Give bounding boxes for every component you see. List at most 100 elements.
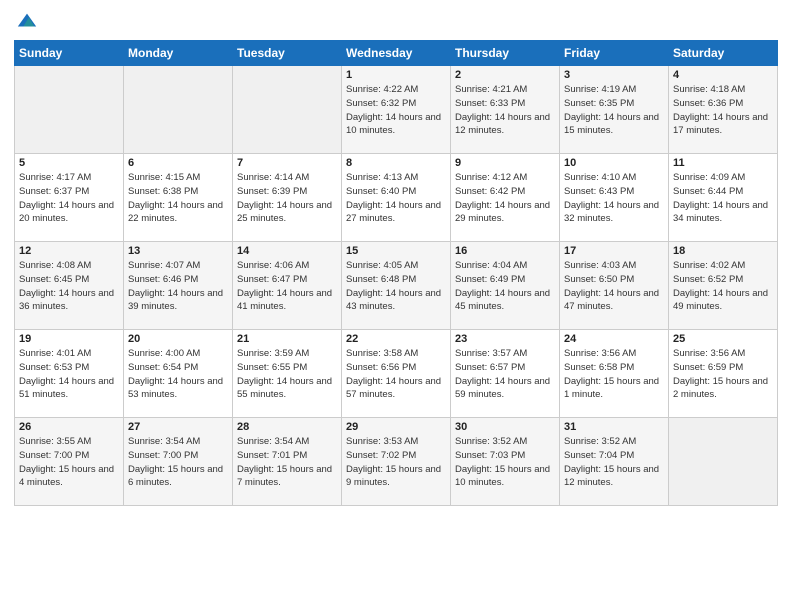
- day-info: Sunrise: 4:18 AM Sunset: 6:36 PM Dayligh…: [673, 83, 773, 138]
- day-number: 10: [564, 157, 664, 169]
- day-info: Sunrise: 4:03 AM Sunset: 6:50 PM Dayligh…: [564, 259, 664, 314]
- day-info: Sunrise: 3:52 AM Sunset: 7:04 PM Dayligh…: [564, 435, 664, 490]
- calendar-cell: 17 Sunrise: 4:03 AM Sunset: 6:50 PM Dayli…: [560, 242, 669, 330]
- logo: [14, 10, 38, 32]
- week-row-4: 26Sunrise: 3:55 AM Sunset: 7:00 PM Dayli…: [15, 418, 778, 506]
- day-info: Sunrise: 4:21 AM Sunset: 6:33 PM Dayligh…: [455, 83, 555, 138]
- calendar-cell: 21 Sunrise: 3:59 AM Sunset: 6:55 PM Dayli…: [233, 330, 342, 418]
- day-number: 15: [346, 245, 446, 257]
- calendar-cell: 26Sunrise: 3:55 AM Sunset: 7:00 PM Dayli…: [15, 418, 124, 506]
- header: [14, 10, 778, 32]
- day-info: Sunrise: 4:09 AM Sunset: 6:44 PM Dayligh…: [673, 171, 773, 226]
- day-info: Sunrise: 4:22 AM Sunset: 6:32 PM Dayligh…: [346, 83, 446, 138]
- day-info: Sunrise: 4:07 AM Sunset: 6:46 PM Dayligh…: [128, 259, 228, 314]
- day-number: 24: [564, 333, 664, 345]
- calendar-cell: 30Sunrise: 3:52 AM Sunset: 7:03 PM Dayli…: [451, 418, 560, 506]
- calendar-cell: 4Sunrise: 4:18 AM Sunset: 6:36 PM Daylig…: [669, 66, 778, 154]
- calendar-cell: 14Sunrise: 4:06 AM Sunset: 6:47 PM Dayli…: [233, 242, 342, 330]
- day-number: 12: [19, 245, 119, 257]
- calendar-cell: 22 Sunrise: 3:58 AM Sunset: 6:56 PM Dayli…: [342, 330, 451, 418]
- calendar-cell: 2 Sunrise: 4:21 AM Sunset: 6:33 PM Daylig…: [451, 66, 560, 154]
- day-info: Sunrise: 4:00 AM Sunset: 6:54 PM Dayligh…: [128, 347, 228, 402]
- calendar-cell: 23 Sunrise: 3:57 AM Sunset: 6:57 PM Dayli…: [451, 330, 560, 418]
- calendar-cell: 3Sunrise: 4:19 AM Sunset: 6:35 PM Daylig…: [560, 66, 669, 154]
- week-row-1: 5 Sunrise: 4:17 AM Sunset: 6:37 PM Daylig…: [15, 154, 778, 242]
- day-info: Sunrise: 3:56 AM Sunset: 6:58 PM Dayligh…: [564, 347, 664, 402]
- day-number: 16: [455, 245, 555, 257]
- logo-icon: [16, 10, 38, 32]
- day-info: Sunrise: 4:01 AM Sunset: 6:53 PM Dayligh…: [19, 347, 119, 402]
- day-number: 21: [237, 333, 337, 345]
- calendar-cell: 24 Sunrise: 3:56 AM Sunset: 6:58 PM Dayli…: [560, 330, 669, 418]
- calendar-cell: 8 Sunrise: 4:13 AM Sunset: 6:40 PM Daylig…: [342, 154, 451, 242]
- calendar-cell: 18Sunrise: 4:02 AM Sunset: 6:52 PM Dayli…: [669, 242, 778, 330]
- day-info: Sunrise: 3:54 AM Sunset: 7:01 PM Dayligh…: [237, 435, 337, 490]
- day-number: 29: [346, 421, 446, 433]
- calendar-cell: 19 Sunrise: 4:01 AM Sunset: 6:53 PM Dayli…: [15, 330, 124, 418]
- week-row-0: 1 Sunrise: 4:22 AM Sunset: 6:32 PM Daylig…: [15, 66, 778, 154]
- day-number: 6: [128, 157, 228, 169]
- day-info: Sunrise: 4:12 AM Sunset: 6:42 PM Dayligh…: [455, 171, 555, 226]
- day-number: 7: [237, 157, 337, 169]
- calendar-cell: 9Sunrise: 4:12 AM Sunset: 6:42 PM Daylig…: [451, 154, 560, 242]
- day-info: Sunrise: 4:02 AM Sunset: 6:52 PM Dayligh…: [673, 259, 773, 314]
- calendar-cell: 5 Sunrise: 4:17 AM Sunset: 6:37 PM Daylig…: [15, 154, 124, 242]
- calendar-cell: 28Sunrise: 3:54 AM Sunset: 7:01 PM Dayli…: [233, 418, 342, 506]
- day-info: Sunrise: 3:54 AM Sunset: 7:00 PM Dayligh…: [128, 435, 228, 490]
- calendar-cell: 25Sunrise: 3:56 AM Sunset: 6:59 PM Dayli…: [669, 330, 778, 418]
- day-info: Sunrise: 4:08 AM Sunset: 6:45 PM Dayligh…: [19, 259, 119, 314]
- day-info: Sunrise: 3:57 AM Sunset: 6:57 PM Dayligh…: [455, 347, 555, 402]
- calendar-cell: [124, 66, 233, 154]
- day-number: 31: [564, 421, 664, 433]
- calendar-cell: 12 Sunrise: 4:08 AM Sunset: 6:45 PM Dayli…: [15, 242, 124, 330]
- day-number: 19: [19, 333, 119, 345]
- day-number: 25: [673, 333, 773, 345]
- day-info: Sunrise: 3:53 AM Sunset: 7:02 PM Dayligh…: [346, 435, 446, 490]
- day-info: Sunrise: 4:04 AM Sunset: 6:49 PM Dayligh…: [455, 259, 555, 314]
- day-info: Sunrise: 3:59 AM Sunset: 6:55 PM Dayligh…: [237, 347, 337, 402]
- day-number: 23: [455, 333, 555, 345]
- day-number: 22: [346, 333, 446, 345]
- weekday-thursday: Thursday: [451, 41, 560, 66]
- calendar-cell: 20 Sunrise: 4:00 AM Sunset: 6:54 PM Dayli…: [124, 330, 233, 418]
- weekday-wednesday: Wednesday: [342, 41, 451, 66]
- day-info: Sunrise: 4:05 AM Sunset: 6:48 PM Dayligh…: [346, 259, 446, 314]
- day-number: 5: [19, 157, 119, 169]
- day-number: 20: [128, 333, 228, 345]
- calendar-cell: 31 Sunrise: 3:52 AM Sunset: 7:04 PM Dayli…: [560, 418, 669, 506]
- day-info: Sunrise: 4:17 AM Sunset: 6:37 PM Dayligh…: [19, 171, 119, 226]
- day-info: Sunrise: 4:10 AM Sunset: 6:43 PM Dayligh…: [564, 171, 664, 226]
- calendar-table: SundayMondayTuesdayWednesdayThursdayFrid…: [14, 40, 778, 506]
- day-info: Sunrise: 4:13 AM Sunset: 6:40 PM Dayligh…: [346, 171, 446, 226]
- day-number: 2: [455, 69, 555, 81]
- calendar-cell: [233, 66, 342, 154]
- week-row-2: 12 Sunrise: 4:08 AM Sunset: 6:45 PM Dayli…: [15, 242, 778, 330]
- day-number: 17: [564, 245, 664, 257]
- week-row-3: 19 Sunrise: 4:01 AM Sunset: 6:53 PM Dayli…: [15, 330, 778, 418]
- day-info: Sunrise: 3:55 AM Sunset: 7:00 PM Dayligh…: [19, 435, 119, 490]
- day-number: 1: [346, 69, 446, 81]
- calendar-cell: 1 Sunrise: 4:22 AM Sunset: 6:32 PM Daylig…: [342, 66, 451, 154]
- weekday-tuesday: Tuesday: [233, 41, 342, 66]
- day-info: Sunrise: 3:52 AM Sunset: 7:03 PM Dayligh…: [455, 435, 555, 490]
- calendar-cell: [669, 418, 778, 506]
- day-info: Sunrise: 3:58 AM Sunset: 6:56 PM Dayligh…: [346, 347, 446, 402]
- day-number: 8: [346, 157, 446, 169]
- day-number: 13: [128, 245, 228, 257]
- calendar-cell: 27 Sunrise: 3:54 AM Sunset: 7:00 PM Dayli…: [124, 418, 233, 506]
- weekday-sunday: Sunday: [15, 41, 124, 66]
- calendar-cell: [15, 66, 124, 154]
- calendar-cell: 10 Sunrise: 4:10 AM Sunset: 6:43 PM Dayli…: [560, 154, 669, 242]
- day-info: Sunrise: 4:14 AM Sunset: 6:39 PM Dayligh…: [237, 171, 337, 226]
- weekday-monday: Monday: [124, 41, 233, 66]
- day-number: 11: [673, 157, 773, 169]
- calendar-cell: 16 Sunrise: 4:04 AM Sunset: 6:49 PM Dayli…: [451, 242, 560, 330]
- weekday-saturday: Saturday: [669, 41, 778, 66]
- day-number: 27: [128, 421, 228, 433]
- calendar-cell: 13 Sunrise: 4:07 AM Sunset: 6:46 PM Dayli…: [124, 242, 233, 330]
- day-info: Sunrise: 4:15 AM Sunset: 6:38 PM Dayligh…: [128, 171, 228, 226]
- calendar-cell: 7 Sunrise: 4:14 AM Sunset: 6:39 PM Daylig…: [233, 154, 342, 242]
- day-info: Sunrise: 4:06 AM Sunset: 6:47 PM Dayligh…: [237, 259, 337, 314]
- weekday-friday: Friday: [560, 41, 669, 66]
- day-info: Sunrise: 4:19 AM Sunset: 6:35 PM Dayligh…: [564, 83, 664, 138]
